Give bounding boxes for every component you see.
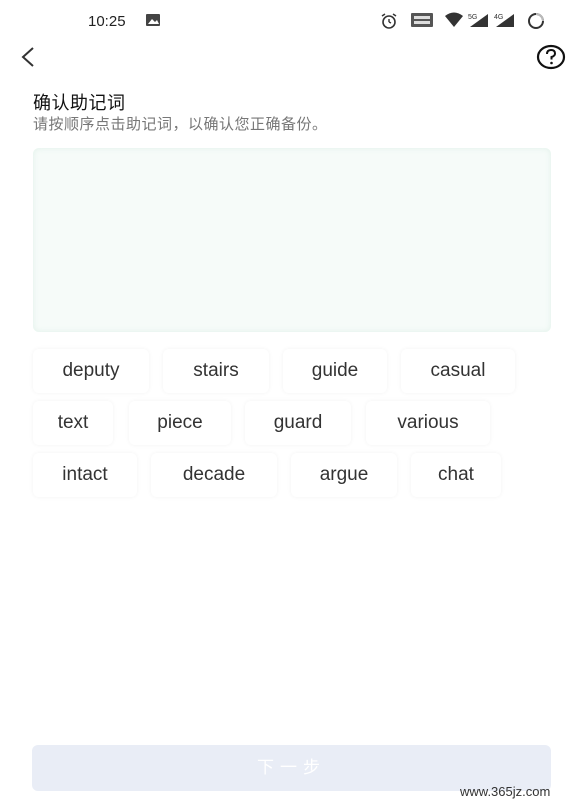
word-chip-decade[interactable]: decade <box>151 453 277 497</box>
svg-text:4G: 4G <box>494 14 503 21</box>
page-subtitle: 请按顺序点击助记词，以确认您正确备份。 <box>33 115 328 133</box>
word-chip-various[interactable]: various <box>366 401 490 445</box>
selected-words-area[interactable] <box>33 148 551 332</box>
word-chip-piece[interactable]: piece <box>129 401 231 445</box>
signal-4g-icon: 4G <box>494 12 516 32</box>
word-chip-casual[interactable]: casual <box>401 349 515 393</box>
battery-icon <box>526 12 546 34</box>
watermark: www.365jz.com <box>460 784 551 799</box>
chevron-left-icon <box>21 47 34 67</box>
word-chip-chat[interactable]: chat <box>411 453 501 497</box>
word-chip-text[interactable]: text <box>33 401 113 445</box>
word-chip-intact[interactable]: intact <box>33 453 137 497</box>
alarm-icon <box>380 12 398 34</box>
svg-text:5G: 5G <box>468 14 477 21</box>
word-chip-deputy[interactable]: deputy <box>33 349 149 393</box>
word-chip-guide[interactable]: guide <box>283 349 387 393</box>
back-button[interactable] <box>14 42 44 72</box>
wifi-icon <box>444 12 464 32</box>
word-chip-argue[interactable]: argue <box>291 453 397 497</box>
word-chip-stairs[interactable]: stairs <box>163 349 269 393</box>
status-bar: 10:25 5G 4G <box>0 0 583 44</box>
word-chip-guard[interactable]: guard <box>245 401 351 445</box>
status-time: 10:25 <box>88 13 126 30</box>
help-circle-icon <box>536 44 566 70</box>
image-icon <box>145 12 161 31</box>
volte-icon <box>410 12 434 32</box>
signal-5g-icon: 5G <box>468 12 490 32</box>
help-button[interactable] <box>536 44 566 70</box>
page-title: 确认助记词 <box>33 93 126 114</box>
